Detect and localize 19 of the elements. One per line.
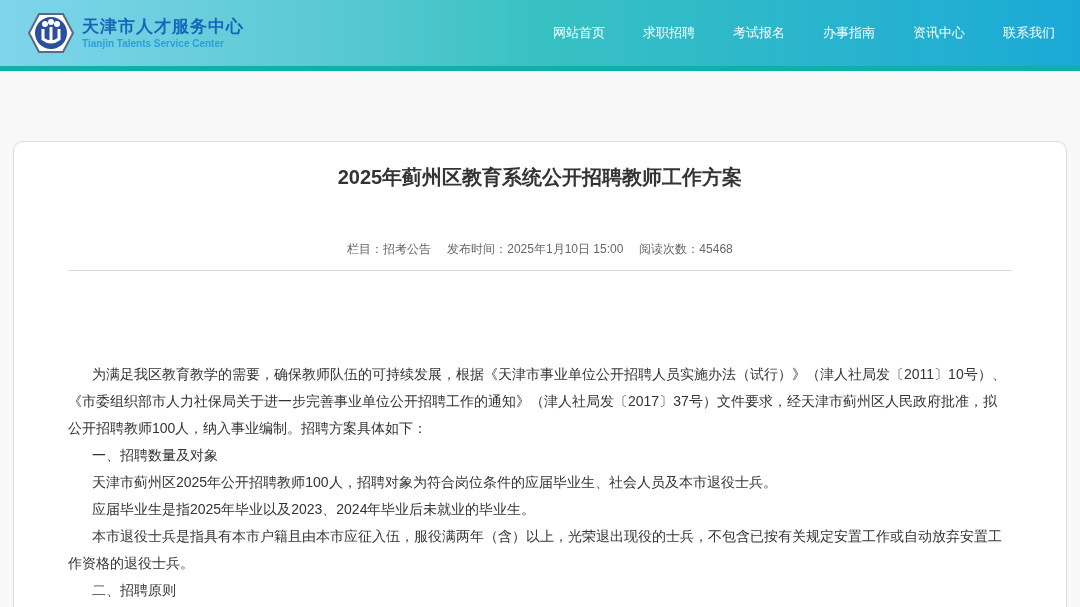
nav-link[interactable]: 办事指南: [823, 23, 875, 43]
nav-link[interactable]: 网站首页: [553, 23, 605, 43]
nav-link[interactable]: 考试报名: [733, 23, 785, 43]
nav-link[interactable]: 求职招聘: [643, 23, 695, 43]
paragraph: 一、招聘数量及对象: [91, 446, 219, 465]
meta-text: 阅读次数：45468: [639, 241, 733, 258]
paragraph: 本市退役士兵是指具有本市户籍且由本市应征入伍，服役满两年（含）以上，光荣退出现役的士兵，不包含已按有关规定安置工作或自动放弃安置工作资格的退役士兵。: [68, 527, 1003, 573]
meta-text: 栏目：招考公告: [347, 241, 432, 258]
paragraph: 二、招聘原则: [91, 581, 177, 600]
nav-link[interactable]: 联系我们: [1003, 23, 1055, 43]
logo-icon: [28, 13, 74, 53]
article-title: 2025年蓟州区教育系统公开招聘教师工作方案: [336, 165, 744, 190]
meta-text: 发布时间：2025年1月10日 15:00: [447, 241, 624, 258]
paragraph: 为满足我区教育教学的需要，确保教师队伍的可持续发展，根据《天津市事业单位公开招聘人员实施办法（试行）》（津人社局发〔2011〕10号）、《市委组织部市人力社保局关于进一步完善事业单位公开招聘工作的通知》（津人社局发〔2017〕37号）文件要求，经天津市蓟州区人民政府批准，拟公开招聘教师100人，纳入事业编制。招聘方案具体如下：: [68, 365, 1007, 438]
logo-title: 天津市人才服务中心: [82, 17, 244, 35]
logo-subtitle: Tianjin Talents Service Center: [82, 38, 225, 49]
nav-link[interactable]: 资讯中心: [913, 23, 965, 43]
paragraph: 天津市蓟州区2025年公开招聘教师100人，招聘对象为符合岗位条件的应届毕业生、社会人员及本市退役士兵。: [91, 473, 778, 492]
paragraph: 应届毕业生是指2025年毕业以及2023、2024年毕业后未就业的毕业生。: [91, 500, 537, 519]
